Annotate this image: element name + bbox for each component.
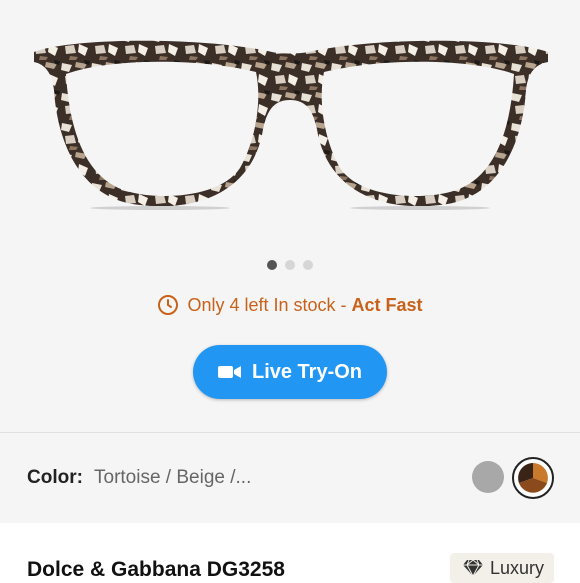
- carousel-dot[interactable]: [285, 260, 295, 270]
- live-try-on-label: Live Try-On: [251, 360, 363, 383]
- stock-emphasis: Act Fast: [351, 294, 423, 315]
- carousel-dot[interactable]: [267, 260, 277, 270]
- color-value: Tortoise / Beige /...: [94, 467, 252, 488]
- product-image-area: Only 4 left In stock - Act Fast Live Try…: [0, 0, 580, 432]
- clock-icon: [158, 295, 179, 315]
- carousel-dot[interactable]: [303, 260, 313, 270]
- badge-label: Luxury: [490, 557, 545, 578]
- product-name: Dolce & Gabbana DG3258: [27, 558, 285, 581]
- tortoise-swatch-icon: [518, 463, 548, 493]
- stock-text: Only 4 left In stock -: [187, 294, 352, 315]
- color-selector-row: Color: Tortoise / Beige /...: [0, 433, 580, 523]
- color-swatch-grey[interactable]: [472, 461, 504, 493]
- stock-notice: Only 4 left In stock - Act Fast: [0, 294, 580, 316]
- eyeglasses-image: [34, 40, 548, 210]
- carousel-indicator: [0, 260, 580, 270]
- live-try-on-button[interactable]: Live Try-On: [193, 345, 387, 399]
- color-swatch-tortoise[interactable]: [512, 457, 554, 499]
- video-camera-icon: [217, 366, 241, 378]
- diamond-icon: [463, 559, 483, 577]
- color-label: Color:: [27, 467, 83, 488]
- luxury-badge: Luxury: [450, 553, 554, 583]
- product-info: Dolce & Gabbana DG3258 Luxury: [0, 523, 580, 583]
